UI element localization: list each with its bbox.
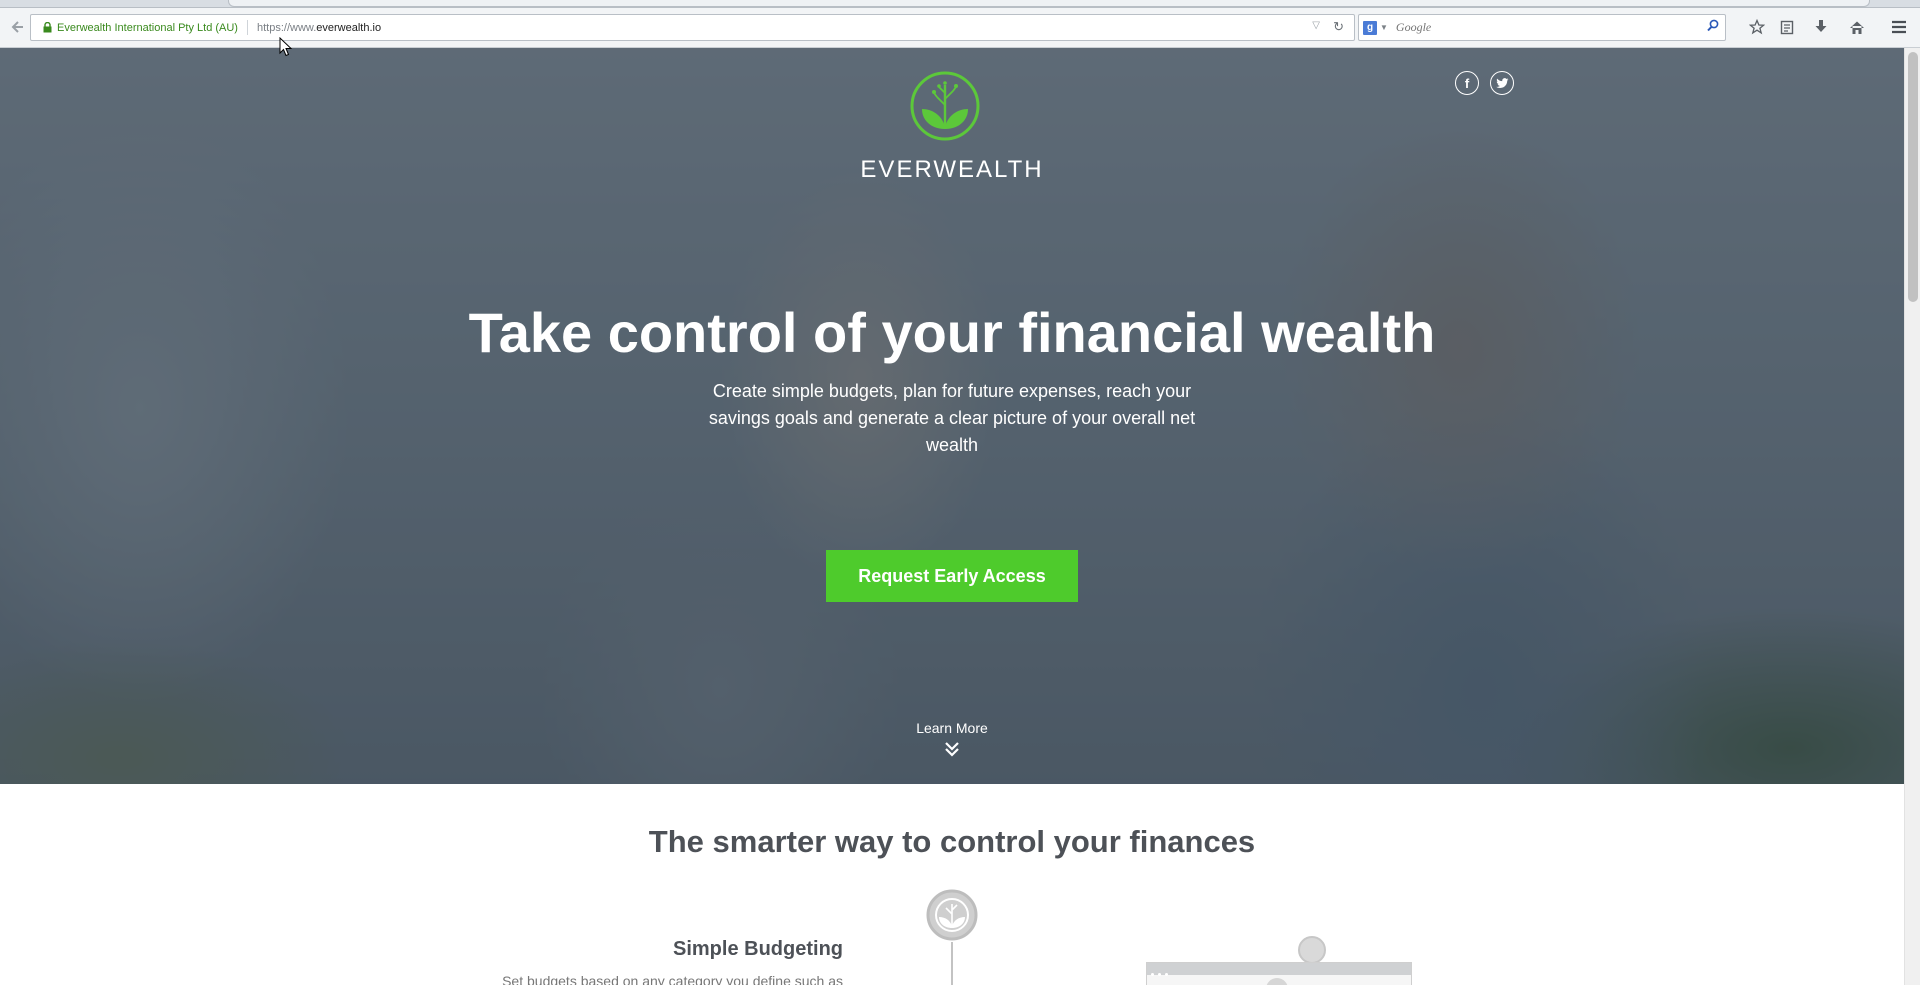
url-text[interactable]: https://www.everwealth.io xyxy=(257,22,381,34)
features-title: The smarter way to control your finances xyxy=(648,824,1256,859)
reading-list-button[interactable] xyxy=(1776,16,1798,38)
search-bar[interactable]: g ▼ xyxy=(1358,14,1726,41)
hero-section: EVERWEALTH f Take control of your financ… xyxy=(0,48,1904,784)
star-icon xyxy=(1749,19,1765,35)
mouse-cursor-icon xyxy=(279,37,293,57)
learn-more-link[interactable]: Learn More xyxy=(0,720,1904,736)
hamburger-menu-icon xyxy=(1892,20,1906,34)
everwealth-logo-icon[interactable] xyxy=(910,71,980,141)
url-prefix: https://www. xyxy=(256,21,317,34)
home-button[interactable] xyxy=(1846,16,1868,38)
site-identity[interactable]: Everwealth International Pty Ltd (AU) xyxy=(57,22,238,34)
lock-icon xyxy=(43,21,52,33)
active-tab-edge[interactable] xyxy=(228,0,1870,7)
url-separator xyxy=(246,20,248,35)
brand-name: EVERWEALTH xyxy=(860,156,1044,183)
facebook-icon[interactable]: f xyxy=(1455,71,1479,95)
scrollbar-thumb[interactable] xyxy=(1908,52,1918,302)
search-engine-dropdown-icon[interactable]: ▼ xyxy=(1380,23,1388,32)
clipboard-icon xyxy=(1780,20,1794,35)
twitter-icon[interactable] xyxy=(1490,71,1514,95)
budget-plant-icon xyxy=(926,889,978,941)
feature-heading: Simple Budgeting xyxy=(673,938,843,960)
url-dropdown-icon[interactable]: ▽ xyxy=(1312,20,1320,31)
menu-button[interactable] xyxy=(1888,16,1910,38)
google-g-icon[interactable]: g xyxy=(1363,20,1377,35)
reload-icon[interactable]: ↻ xyxy=(1333,19,1344,35)
url-bar[interactable]: Everwealth International Pty Ltd (AU) ht… xyxy=(30,14,1355,41)
search-input[interactable] xyxy=(1393,19,1718,36)
hero-title: Take control of your financial wealth xyxy=(468,301,1436,364)
request-early-access-button[interactable]: Request Early Access xyxy=(826,550,1078,602)
url-domain: everwealth.io xyxy=(316,21,382,34)
hero-subtitle: Create simple budgets, plan for future e… xyxy=(708,381,1196,455)
download-arrow-icon xyxy=(1815,20,1827,32)
bookmark-star-button[interactable] xyxy=(1746,16,1768,38)
downloads-button[interactable] xyxy=(1810,16,1832,38)
home-icon xyxy=(1850,21,1864,34)
tab-strip xyxy=(0,0,1920,8)
back-arrow-icon xyxy=(11,21,23,33)
feature-description: Set budgets based on any category you de… xyxy=(502,973,843,985)
back-button[interactable] xyxy=(6,16,28,38)
page-scrollbar[interactable] xyxy=(1904,48,1920,985)
search-icon[interactable] xyxy=(1707,19,1719,35)
double-chevron-down-icon[interactable] xyxy=(943,740,961,758)
web-page: EVERWEALTH f Take control of your financ… xyxy=(0,48,1904,985)
mockup-title-bar xyxy=(1147,963,1411,976)
timeline-node xyxy=(1298,936,1326,964)
timeline-line xyxy=(951,942,953,985)
